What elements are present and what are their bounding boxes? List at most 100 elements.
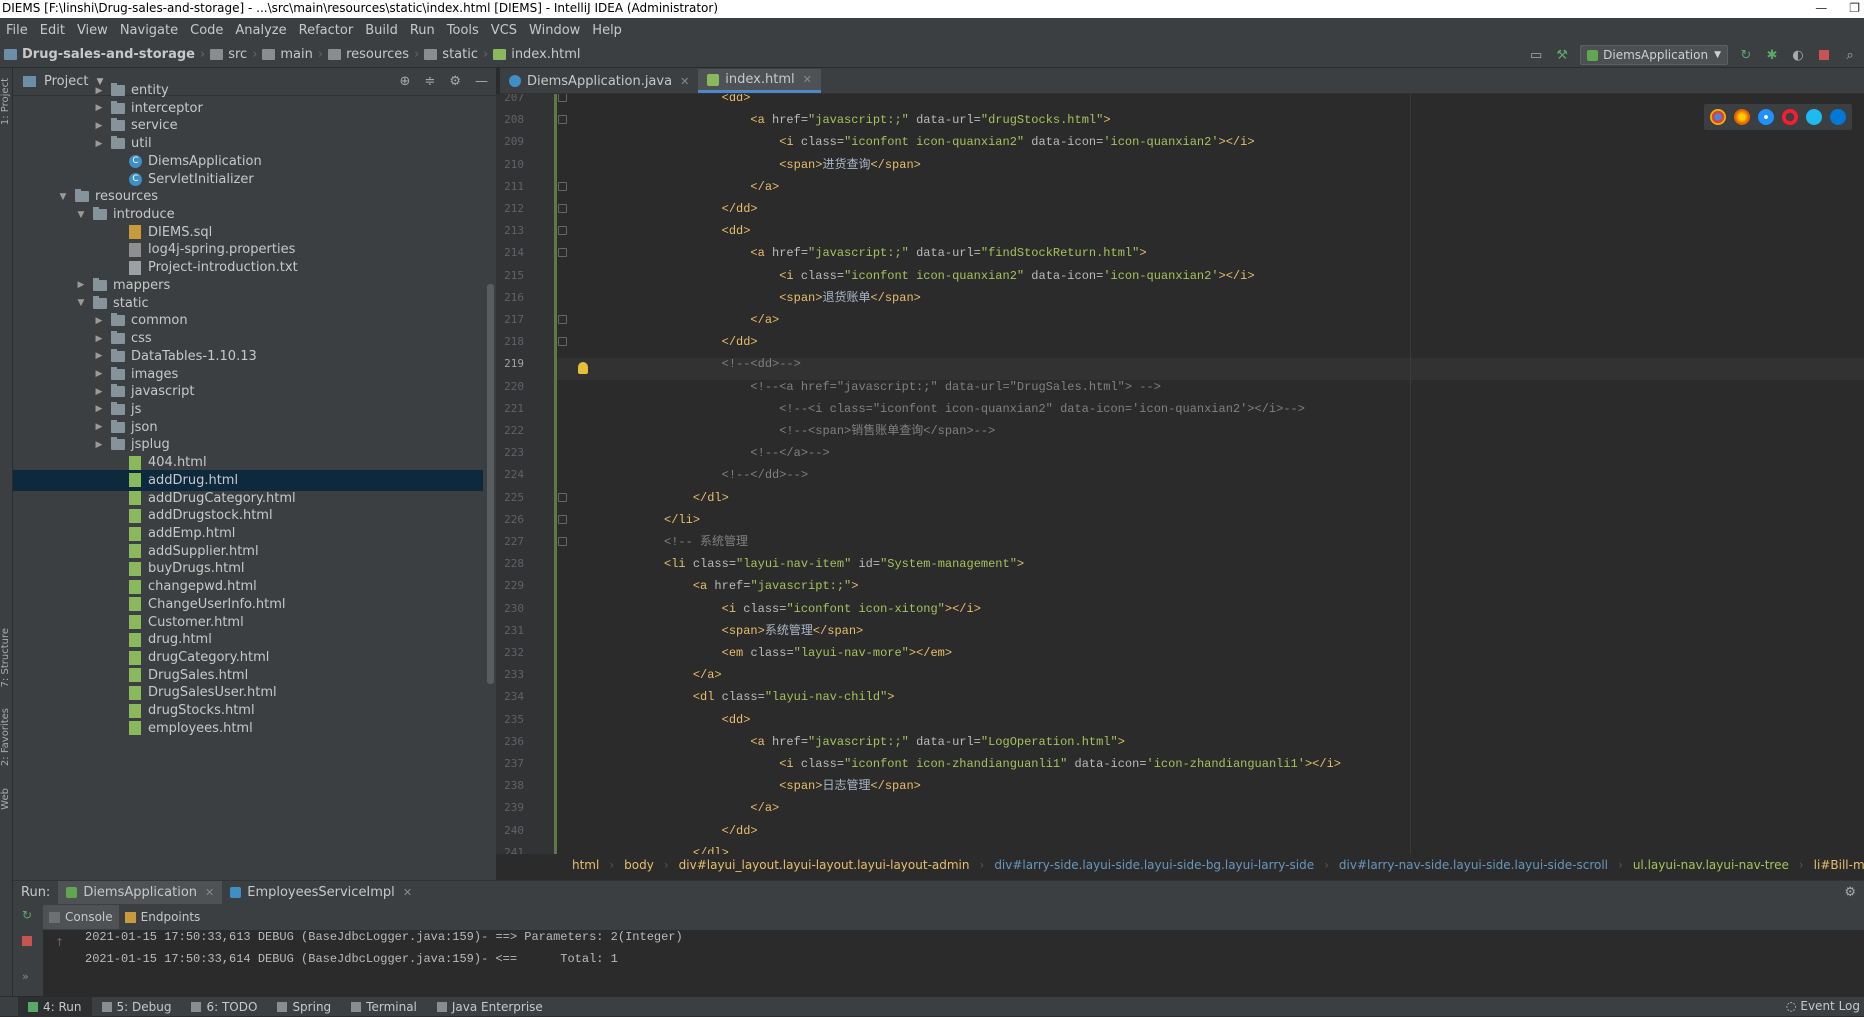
collapsed-arrow-icon[interactable]: ▶	[93, 387, 105, 397]
breadcrumb-item[interactable]: div#larry-side.layui-side.layui-side-bg.…	[990, 858, 1318, 872]
menu-item-file[interactable]: File	[0, 23, 34, 38]
fold-marker-icon[interactable]	[558, 337, 567, 347]
collapsed-arrow-icon[interactable]: ▶	[93, 139, 105, 149]
internet-explorer-icon[interactable]	[1806, 109, 1822, 125]
stop-icon[interactable]	[1816, 47, 1832, 63]
expanded-arrow-icon[interactable]: ▼	[75, 210, 87, 220]
tree-scrollbar[interactable]	[487, 284, 494, 684]
menu-item-refactor[interactable]: Refactor	[293, 23, 360, 38]
more-actions-icon[interactable]: »	[22, 970, 29, 983]
opera-icon[interactable]	[1782, 109, 1798, 125]
fold-marker-icon[interactable]	[558, 492, 567, 502]
run-tab[interactable]: EmployeesServiceImpl ✕	[222, 885, 420, 900]
console-output[interactable]: ↻ » ↑ 2021-01-15 17:50:33,613 DEBUG (Bas…	[13, 908, 1864, 996]
tool-window-button[interactable]: 5: Debug	[92, 1000, 182, 1014]
menu-item-window[interactable]: Window	[523, 23, 586, 38]
debug-icon[interactable]: ✱	[1764, 47, 1780, 63]
tool-window-button[interactable]: Terminal	[341, 1000, 427, 1014]
tool-window-button[interactable]: Java Enterprise	[427, 1000, 553, 1014]
edge-icon[interactable]	[1830, 109, 1846, 125]
coverage-icon[interactable]: ◐	[1790, 47, 1806, 63]
nav-crumb[interactable]: main	[258, 47, 316, 62]
fold-marker-icon[interactable]	[558, 315, 567, 324]
breadcrumb-item[interactable]: body	[620, 858, 658, 872]
tab-console[interactable]: Console	[43, 905, 119, 929]
search-icon[interactable]: ⌕	[1842, 47, 1858, 63]
menu-item-navigate[interactable]: Navigate	[114, 23, 184, 38]
collapsed-arrow-icon[interactable]: ▶	[93, 369, 105, 379]
fold-marker-icon[interactable]	[558, 226, 567, 236]
collapsed-arrow-icon[interactable]: ▶	[93, 334, 105, 344]
side-tab-favorites[interactable]: 2: Favorites	[0, 708, 13, 766]
tool-window-button[interactable]: Spring	[267, 1000, 341, 1014]
run-config-select[interactable]: DiemsApplication ▼	[1580, 45, 1728, 65]
breadcrumb-item[interactable]: html	[568, 858, 603, 872]
tool-window-button[interactable]: 4: Run	[18, 996, 92, 1017]
minimize-icon[interactable]: —	[1815, 0, 1827, 16]
side-tab-project[interactable]: 1: Project	[0, 78, 13, 125]
menu-item-view[interactable]: View	[71, 23, 114, 38]
close-icon[interactable]: ✕	[403, 886, 412, 899]
close-icon[interactable]: ✕	[205, 886, 214, 899]
editor-tab[interactable]: DiemsApplication.java ✕	[500, 69, 698, 93]
project-structure-icon[interactable]: ▭	[1528, 47, 1544, 63]
fold-marker-icon[interactable]	[558, 181, 567, 191]
collapsed-arrow-icon[interactable]: ▶	[93, 422, 105, 432]
nav-crumb[interactable]: src	[206, 47, 251, 62]
fold-marker-icon[interactable]	[558, 94, 567, 102]
rerun-icon[interactable]: ↻	[22, 908, 32, 922]
expanded-arrow-icon[interactable]: ▼	[75, 298, 87, 308]
fold-marker-icon[interactable]	[558, 537, 567, 546]
collapsed-arrow-icon[interactable]: ▶	[93, 440, 105, 450]
collapsed-arrow-icon[interactable]: ▶	[93, 103, 105, 113]
fold-marker-icon[interactable]	[558, 248, 567, 258]
intention-bulb-icon[interactable]	[578, 362, 588, 374]
tab-endpoints[interactable]: Endpoints	[119, 905, 207, 929]
menu-item-edit[interactable]: Edit	[34, 23, 71, 38]
code-editor[interactable]: 207 208 209 210 211 212 213 214 215 216 217 218 219 2…	[496, 94, 1864, 854]
nav-crumb[interactable]: resources	[324, 47, 413, 62]
build-hammer-icon[interactable]: ⚒	[1554, 47, 1570, 63]
run-tab[interactable]: DiemsApplication ✕	[58, 880, 223, 905]
fold-marker-icon[interactable]	[558, 514, 567, 524]
collapsed-arrow-icon[interactable]: ▶	[93, 351, 105, 361]
chrome-icon[interactable]	[1710, 109, 1726, 125]
collapsed-arrow-icon[interactable]: ▶	[93, 404, 105, 414]
stop-icon[interactable]	[22, 936, 32, 946]
menu-item-analyze[interactable]: Analyze	[229, 23, 292, 38]
nav-crumb[interactable]: static	[420, 47, 482, 62]
fold-marker-icon[interactable]	[558, 204, 567, 213]
collapsed-arrow-icon[interactable]: ▶	[93, 316, 105, 326]
fold-marker-icon[interactable]	[558, 115, 567, 125]
breadcrumb-item[interactable]: div#larry-nav-side.layui-side.layui-side…	[1335, 858, 1612, 872]
event-log-button[interactable]: ◌ Event Log	[1786, 999, 1860, 1013]
nav-crumb[interactable]: Drug-sales-and-storage	[0, 47, 199, 62]
nav-crumb[interactable]: index.html	[489, 47, 584, 62]
menu-item-vcs[interactable]: VCS	[485, 23, 523, 38]
tree-item[interactable]: employees.html	[13, 718, 483, 739]
collapsed-arrow-icon[interactable]: ▶	[93, 121, 105, 131]
menu-item-build[interactable]: Build	[359, 23, 404, 38]
side-tab-web[interactable]: Web	[0, 788, 13, 810]
expanded-arrow-icon[interactable]: ▼	[57, 192, 69, 202]
collapsed-arrow-icon[interactable]: ▶	[93, 86, 105, 96]
close-icon[interactable]: ✕	[680, 75, 689, 88]
breadcrumb-item[interactable]: li#Bill-management.layui-nav	[1810, 858, 1864, 872]
close-icon[interactable]: ✕	[803, 73, 812, 86]
collapsed-arrow-icon[interactable]: ▶	[75, 280, 87, 290]
menu-item-tools[interactable]: Tools	[441, 23, 485, 38]
scroll-up-icon[interactable]: ↑	[55, 936, 64, 949]
editor-tab[interactable]: index.html ✕	[698, 69, 821, 93]
breadcrumb-item[interactable]: div#layui_layout.layui-layout.layui-layo…	[675, 858, 974, 872]
restore-icon[interactable]: ❐	[1849, 0, 1860, 16]
menu-item-run[interactable]: Run	[404, 23, 441, 38]
side-tab-structure[interactable]: 7: Structure	[0, 628, 13, 687]
menu-item-help[interactable]: Help	[586, 23, 628, 38]
gear-icon[interactable]: ⚙	[1844, 885, 1856, 900]
menu-item-code[interactable]: Code	[184, 23, 229, 38]
tool-window-button[interactable]: 6: TODO	[181, 1000, 267, 1014]
rerun-icon[interactable]: ↻	[1738, 47, 1754, 63]
breadcrumb-item[interactable]: ul.layui-nav.layui-nav-tree	[1629, 858, 1793, 872]
firefox-icon[interactable]	[1734, 109, 1750, 125]
safari-icon[interactable]	[1758, 109, 1774, 125]
